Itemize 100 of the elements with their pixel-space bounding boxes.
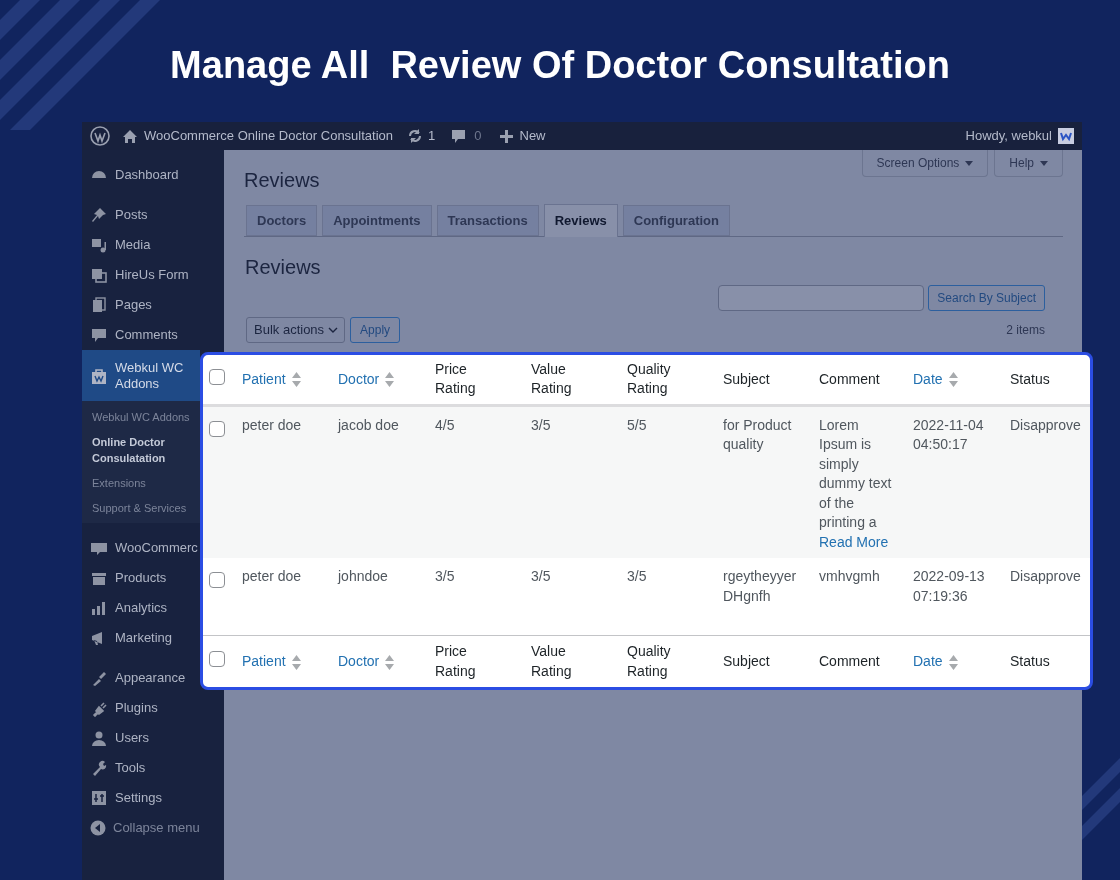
table-cell: 3/5 bbox=[531, 416, 551, 433]
sliders-icon bbox=[90, 789, 108, 807]
menu-item[interactable]: Products bbox=[82, 563, 200, 593]
menu-item[interactable]: Pages bbox=[82, 290, 200, 320]
greeting-link[interactable]: Howdy, webkul bbox=[965, 126, 1052, 146]
column-sort-link[interactable]: Doctor bbox=[338, 370, 395, 387]
caret-icon bbox=[1040, 160, 1048, 166]
column-header: Comment bbox=[819, 653, 880, 669]
sort-icon bbox=[948, 372, 958, 388]
bulk-actions-select[interactable]: Bulk actions bbox=[246, 317, 346, 343]
tab[interactable]: Appointments bbox=[322, 205, 432, 236]
search-field[interactable] bbox=[718, 285, 925, 311]
tab[interactable]: Doctors bbox=[246, 205, 318, 236]
items-count: 2 items bbox=[1006, 322, 1045, 339]
menu-item[interactable]: Comments bbox=[82, 320, 200, 350]
submenu-item[interactable]: Online Doctor Consulatation bbox=[82, 429, 200, 470]
refresh-icon[interactable] bbox=[407, 128, 424, 144]
menu-item[interactable]: Dashboard bbox=[82, 160, 200, 190]
checkbox[interactable] bbox=[209, 368, 225, 385]
plus-icon[interactable] bbox=[499, 129, 513, 143]
submenu-item[interactable]: Support & Services bbox=[82, 495, 200, 520]
sort-icon bbox=[385, 372, 395, 388]
column-header: Status bbox=[1010, 370, 1050, 387]
plug-icon bbox=[90, 699, 108, 717]
new-link[interactable]: New bbox=[519, 126, 546, 146]
column-header: Value Rating bbox=[531, 360, 572, 397]
column-sort-link[interactable]: Doctor bbox=[338, 653, 395, 669]
table-cell: Disapprove bbox=[1010, 568, 1081, 584]
bag-icon bbox=[90, 366, 108, 385]
table-cell: jacob doe bbox=[338, 416, 399, 433]
tab[interactable]: Configuration bbox=[622, 205, 730, 236]
table-cell: Disapprove bbox=[1010, 416, 1081, 433]
table-cell: 2022-09-13 07:19:36 bbox=[913, 568, 985, 604]
table-cell: 5/5 bbox=[627, 416, 647, 433]
menu-item[interactable]: Plugins bbox=[82, 693, 200, 723]
checkbox[interactable] bbox=[209, 420, 225, 437]
column-header: Comment bbox=[819, 370, 880, 387]
checkbox[interactable] bbox=[209, 572, 225, 588]
menu-item[interactable]: Tools bbox=[82, 753, 200, 783]
home-icon[interactable] bbox=[122, 128, 138, 144]
screen-options-button[interactable]: Screen Options bbox=[861, 150, 989, 177]
collapse-menu-button[interactable]: Collapse menu bbox=[82, 813, 224, 843]
menu-item[interactable]: Marketing bbox=[82, 623, 200, 653]
bar-chart-icon bbox=[90, 599, 108, 617]
column-header: Quality Rating bbox=[627, 643, 671, 679]
menu-item[interactable]: WooCommerc bbox=[82, 533, 200, 563]
collapse-icon bbox=[90, 820, 106, 836]
sort-icon bbox=[291, 654, 301, 670]
read-more-link[interactable]: Read More bbox=[819, 532, 896, 552]
comment-text: Lorem Ipsum is simply dummy text of the printing a bbox=[819, 416, 892, 530]
user-icon bbox=[90, 729, 108, 747]
section-title: Reviews bbox=[245, 255, 322, 279]
pages-icon bbox=[90, 296, 108, 314]
table-cell: 3/5 bbox=[435, 568, 455, 584]
table-cell: rgeytheyyer DHgnfh bbox=[723, 568, 797, 604]
table-cell: peter doe bbox=[242, 568, 302, 584]
submenu-item[interactable]: Webkul WC Addons bbox=[82, 404, 200, 429]
headline: Manage All Review Of Doctor Consultation bbox=[169, 43, 951, 88]
sort-icon bbox=[385, 654, 395, 670]
comment-icon bbox=[90, 326, 108, 344]
help-button[interactable]: Help bbox=[994, 150, 1063, 177]
menu-item[interactable]: HireUs Form bbox=[82, 260, 200, 290]
tab[interactable]: Transactions bbox=[436, 205, 539, 236]
column-sort-link[interactable]: Date bbox=[913, 370, 958, 387]
menu-item[interactable]: Users bbox=[82, 723, 200, 753]
tab[interactable]: Reviews bbox=[543, 204, 618, 237]
table-cell: for Product quality bbox=[723, 416, 792, 452]
media-icon bbox=[90, 236, 108, 254]
wordpress-logo-icon[interactable] bbox=[90, 126, 110, 146]
table-cell: 3/5 bbox=[627, 568, 647, 584]
column-header: Subject bbox=[723, 370, 770, 387]
sort-icon bbox=[291, 372, 301, 388]
menu-item[interactable]: Settings bbox=[82, 783, 200, 813]
table-cell: 2022-11-04 04:50:17 bbox=[913, 416, 984, 452]
column-sort-link[interactable]: Patient bbox=[242, 370, 301, 387]
column-sort-link[interactable]: Patient bbox=[242, 653, 301, 669]
menu-item[interactable]: Media bbox=[82, 230, 200, 260]
table-cell: 4/5 bbox=[435, 416, 455, 433]
caret-icon bbox=[965, 160, 974, 166]
column-header: Subject bbox=[723, 653, 770, 669]
chevron-down-icon bbox=[328, 327, 339, 333]
column-header: Value Rating bbox=[531, 643, 572, 679]
avatar-icon[interactable] bbox=[1058, 128, 1074, 144]
submenu-item[interactable]: Extensions bbox=[82, 470, 200, 495]
menu-item[interactable]: Webkul WC Addons bbox=[82, 350, 200, 401]
menu-item[interactable]: Appearance bbox=[82, 663, 200, 693]
column-header: Price Rating bbox=[435, 643, 476, 679]
checkbox[interactable] bbox=[209, 651, 225, 667]
comment-text: vmhvgmh bbox=[819, 568, 880, 584]
menu-item[interactable]: Analytics bbox=[82, 593, 200, 623]
comment-icon[interactable] bbox=[451, 128, 467, 144]
pin-icon bbox=[90, 206, 108, 224]
table-cell: 3/5 bbox=[531, 568, 551, 584]
column-header: Quality Rating bbox=[627, 360, 671, 397]
site-title-link[interactable]: WooCommerce Online Doctor Consultation bbox=[144, 126, 394, 146]
page-title: Reviews bbox=[244, 168, 320, 192]
menu-item[interactable]: Posts bbox=[82, 200, 200, 230]
column-sort-link[interactable]: Date bbox=[913, 653, 958, 669]
table-cell: peter doe bbox=[242, 416, 302, 433]
sort-icon bbox=[948, 654, 958, 670]
